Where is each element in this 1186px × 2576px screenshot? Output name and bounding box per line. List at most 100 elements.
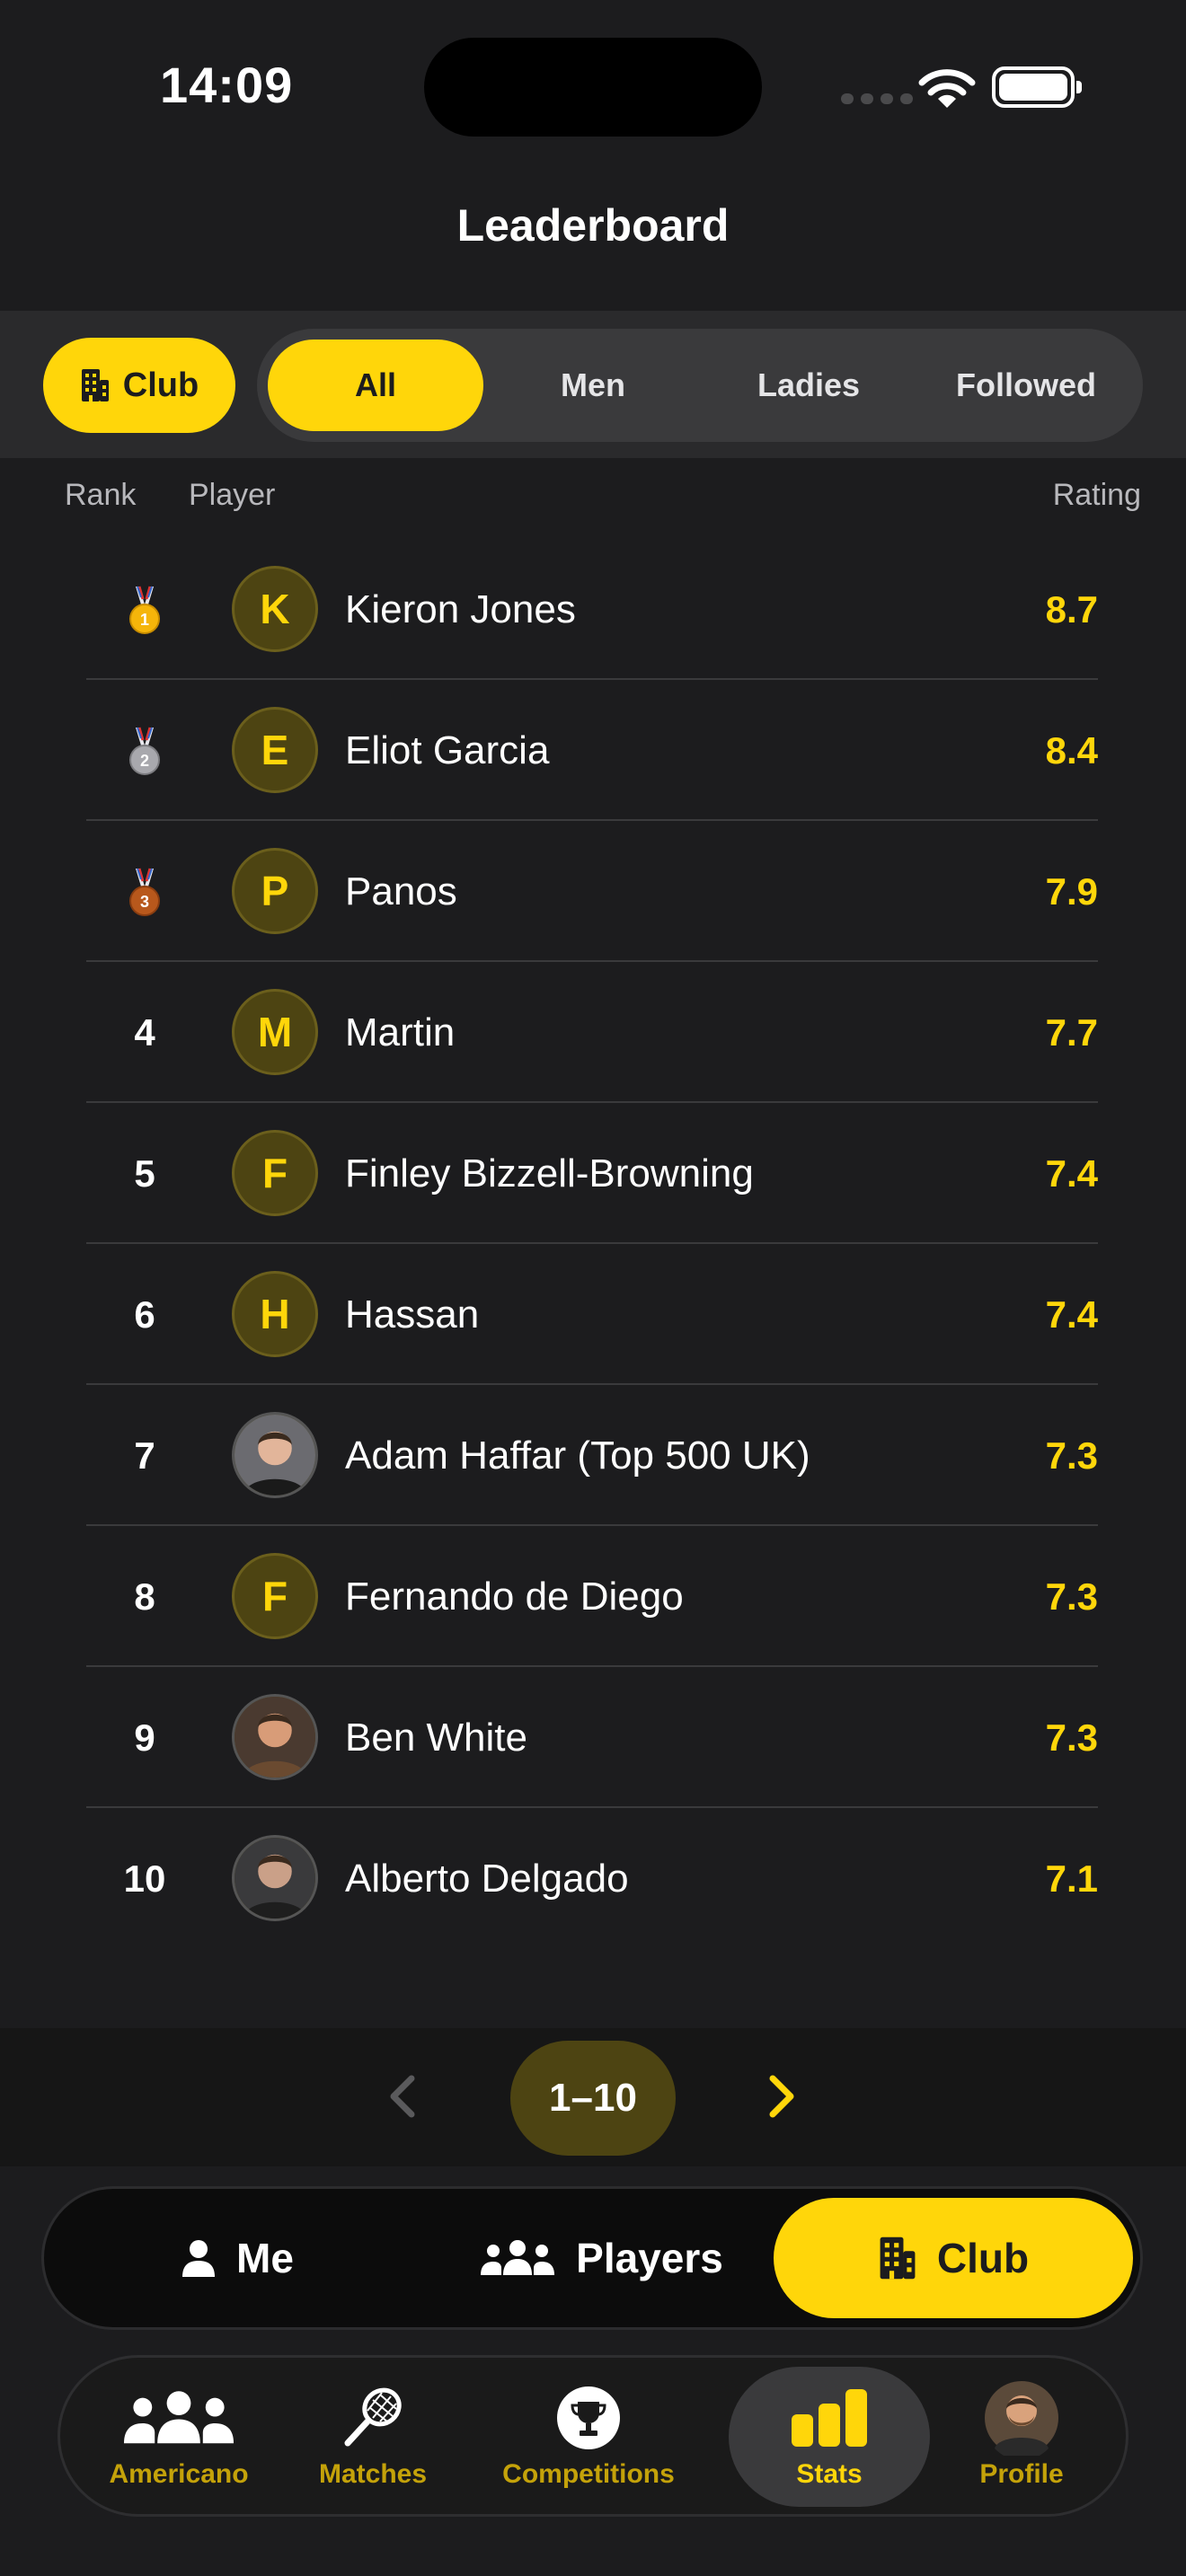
column-header-rating: Rating [1052,478,1141,512]
scope-players-button[interactable]: Players [412,2198,790,2318]
rank-number: 8 [134,1575,155,1618]
trophy-icon [557,2386,620,2449]
rank-number: 4 [134,1010,155,1054]
player-name: Eliot Garcia [345,728,550,772]
segment-all[interactable]: All [268,340,483,431]
scope-players-label: Players [576,2235,723,2281]
svg-text:1: 1 [140,611,149,629]
scope-switcher: Me Players Club [41,2186,1143,2330]
person-icon [182,2240,216,2277]
leaderboard-row[interactable]: 3 P Panos 7.9 [86,821,1098,962]
player-name: Fernando de Diego [345,1574,684,1619]
cellular-signal-icon [841,93,913,104]
page-title: Leaderboard [456,200,730,251]
leaderboard-row[interactable]: 7 Adam Haffar (Top 500 UK) 7.3 [86,1385,1098,1526]
leaderboard-row[interactable]: 10 Alberto Delgado 7.1 [86,1808,1098,1949]
previous-page-button[interactable] [377,2069,431,2123]
leaderboard-row[interactable]: 2 E Eliot Garcia 8.4 [86,680,1098,821]
player-name: Alberto Delgado [345,1856,629,1901]
segment-followed[interactable]: Followed [918,340,1134,431]
segment-ladies[interactable]: Ladies [701,340,916,431]
player-name: Martin [345,1010,456,1054]
chevron-left-icon [390,2075,415,2118]
leaderboard-row[interactable]: 8 F Fernando de Diego 7.3 [86,1526,1098,1667]
avatar: E [232,707,318,793]
status-bar: 14:09 [0,0,1186,171]
avatar: M [232,989,318,1075]
player-rating: 7.4 [1045,1151,1098,1195]
wifi-icon [918,69,976,108]
segment-men[interactable]: Men [485,340,701,431]
scope-club-button[interactable]: Club [774,2198,1133,2318]
avatar: P [232,848,318,934]
gender-segmented-control: All Men Ladies Followed [257,329,1143,442]
tab-profile-label: Profile [979,2459,1064,2489]
chevron-right-icon [769,2075,794,2118]
player-rating: 8.7 [1045,587,1098,631]
rank-number: 5 [134,1151,155,1195]
bronze-medal-icon: 3 [86,821,203,962]
avatar: F [232,1553,318,1639]
tab-competitions-label: Competitions [502,2459,675,2489]
svg-text:3: 3 [140,893,149,911]
avatar [232,1412,318,1498]
status-time: 14:09 [160,57,294,113]
bar-chart-icon [792,2389,867,2447]
dynamic-island [424,38,762,137]
tab-stats[interactable]: Stats [729,2367,930,2507]
player-rating: 8.4 [1045,728,1098,772]
gold-medal-icon: 1 [86,539,203,680]
avatar [985,2381,1058,2456]
leaderboard-row[interactable]: 9 Ben White 7.3 [86,1667,1098,1808]
avatar: H [232,1271,318,1357]
column-header-player: Player [189,478,276,512]
scope-me-button[interactable]: Me [62,2198,412,2318]
player-name: Adam Haffar (Top 500 UK) [345,1433,810,1478]
silver-medal-icon: 2 [86,680,203,821]
player-rating: 7.4 [1045,1292,1098,1336]
player-rating: 7.3 [1045,1716,1098,1759]
scope-club-label: Club [936,2235,1030,2281]
leaderboard-row[interactable]: 1 K Kieron Jones 8.7 [86,539,1098,680]
rank-number: 7 [134,1434,155,1477]
battery-icon [992,66,1082,108]
player-name: Ben White [345,1715,527,1760]
player-rating: 7.7 [1045,1010,1098,1054]
leaderboard-row[interactable]: 5 F Finley Bizzell-Browning 7.4 [86,1103,1098,1244]
tab-matches[interactable]: Matches [283,2367,463,2507]
building-icon [81,369,109,401]
tab-competitions[interactable]: Competitions [463,2367,714,2507]
leaderboard-row[interactable]: 6 H Hassan 7.4 [86,1244,1098,1385]
svg-text:2: 2 [140,752,149,770]
player-rating: 7.9 [1045,869,1098,913]
pagination-bar: 1–10 [0,2028,1186,2166]
tab-stats-label: Stats [796,2459,863,2489]
racket-icon [344,2387,402,2447]
page-range-indicator: 1–10 [510,2041,676,2156]
club-filter-label: Club [122,366,199,404]
avatar [232,1694,318,1780]
leaderboard-row[interactable]: 4 M Martin 7.7 [86,962,1098,1103]
club-filter-button[interactable]: Club [43,338,235,433]
group-icon [123,2391,235,2444]
rank-number: 6 [134,1292,155,1336]
building-icon [880,2236,916,2280]
tab-americano[interactable]: Americano [78,2367,279,2507]
group-icon [481,2240,555,2275]
player-rating: 7.3 [1045,1434,1098,1477]
scope-me-label: Me [236,2235,294,2281]
leaderboard-list: 1 K Kieron Jones 8.7 2 E Eliot Garcia 8.4 3 P Pano… [86,539,1098,1949]
avatar: K [232,566,318,652]
tab-bar: Americano Matches Competitions Stats Pro… [58,2355,1128,2517]
player-name: Finley Bizzell-Browning [345,1151,754,1195]
filter-bar: Club All Men Ladies Followed [0,311,1186,458]
player-name: Panos [345,869,457,913]
tab-profile[interactable]: Profile [932,2367,1111,2507]
rank-number: 9 [134,1716,155,1759]
avatar: F [232,1130,318,1216]
next-page-button[interactable] [753,2069,807,2123]
tab-matches-label: Matches [318,2459,428,2489]
player-rating: 7.3 [1045,1575,1098,1618]
column-header-rank: Rank [65,478,137,512]
player-name: Hassan [345,1292,480,1337]
